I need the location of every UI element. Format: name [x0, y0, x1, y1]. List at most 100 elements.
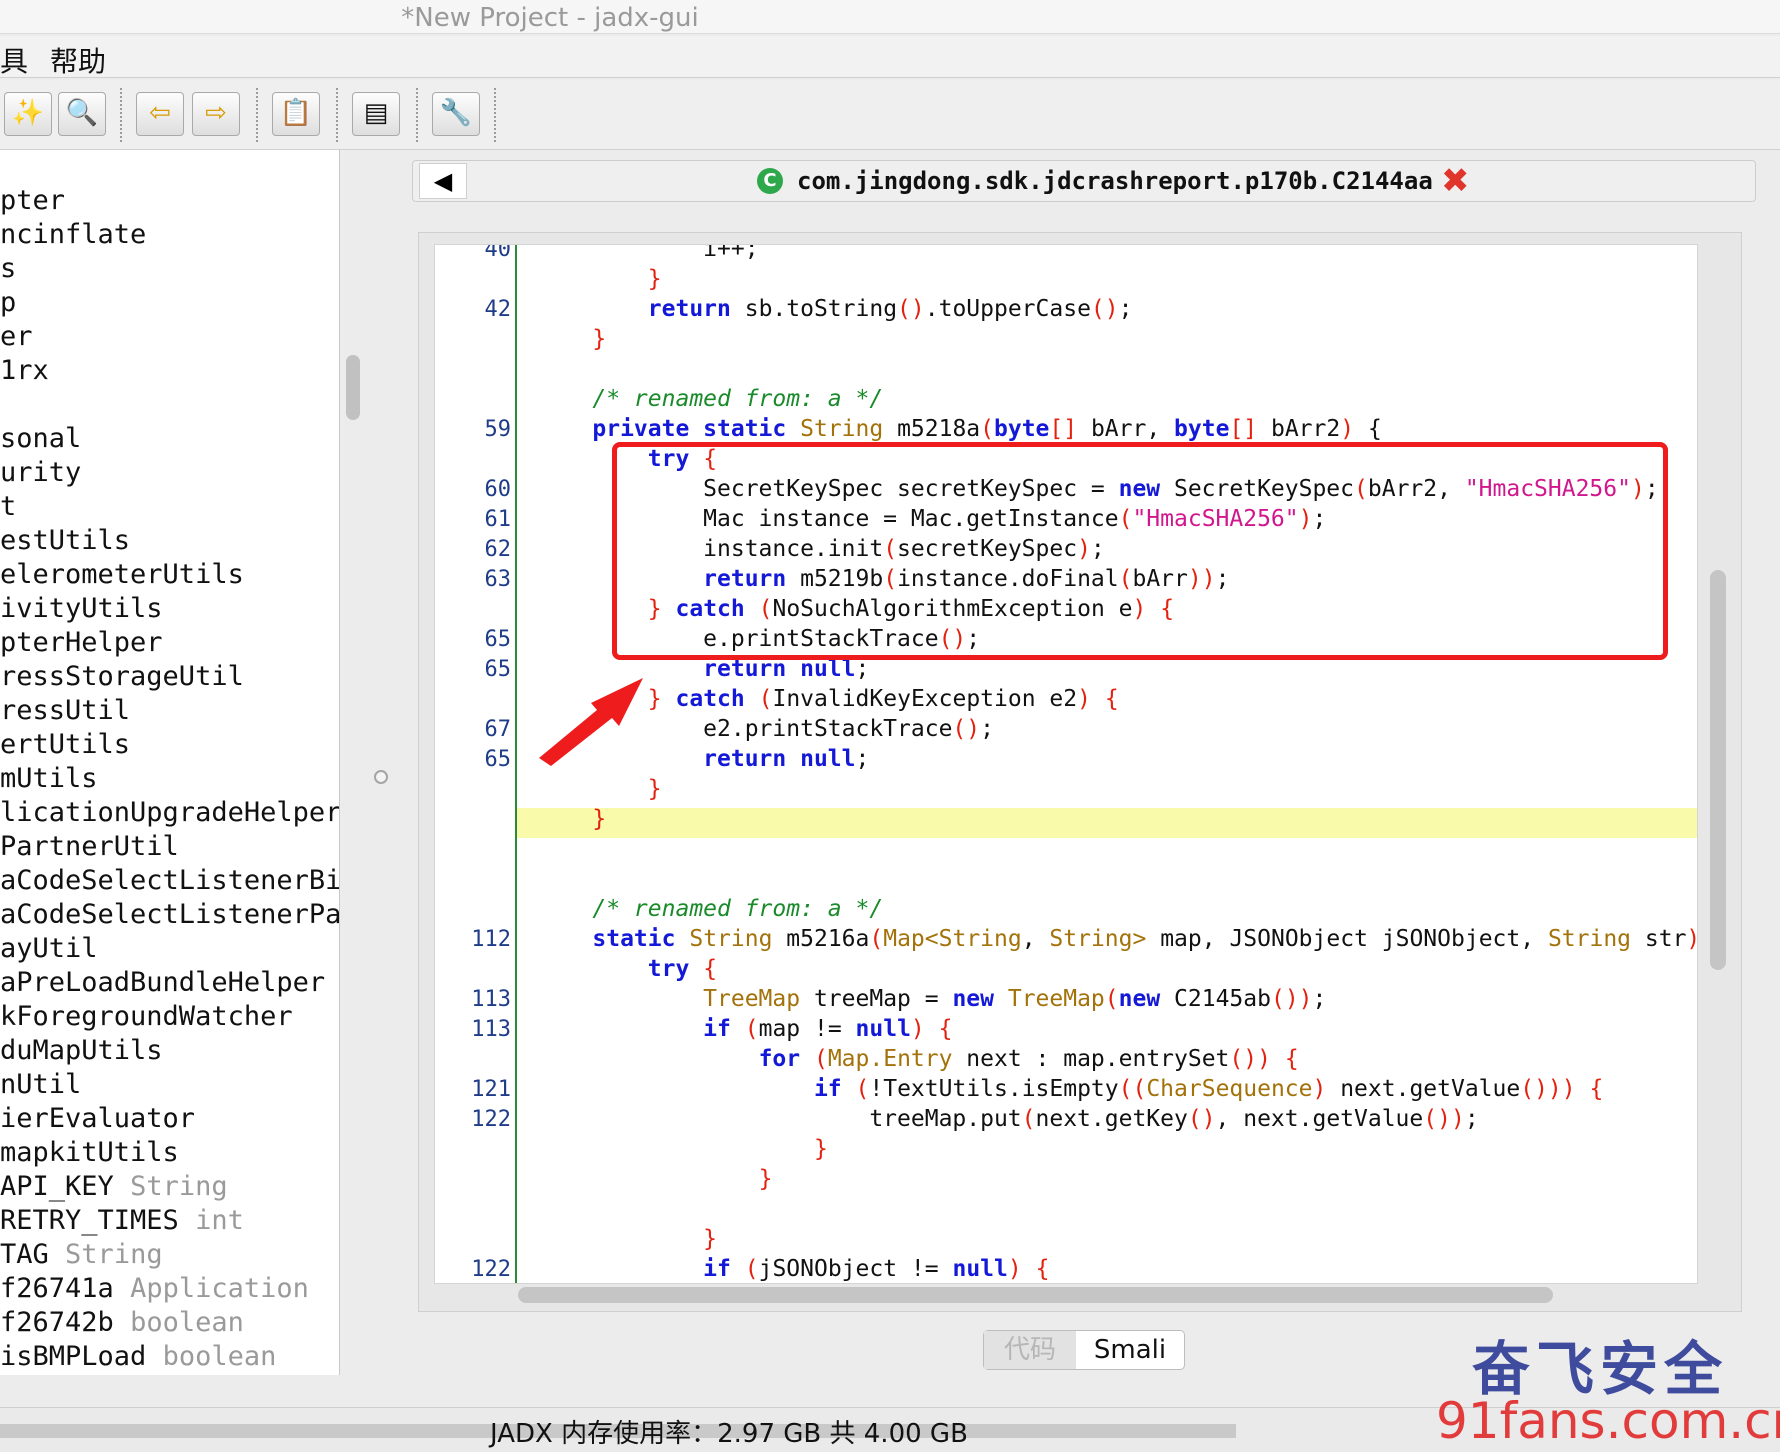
- tree-item-label: RETRY_TIMES: [0, 1205, 179, 1236]
- tree-item[interactable]: t: [0, 490, 16, 524]
- tree-item[interactable]: sonal: [0, 422, 81, 456]
- memory-usage-text: JADX 内存使用率：2.97 GB 共 4.00 GB: [490, 1419, 968, 1449]
- code-token: null: [952, 1256, 1008, 1282]
- tree-item[interactable]: aPreLoadBundleHelper: [0, 966, 325, 1000]
- tree-item[interactable]: pter: [0, 184, 65, 218]
- tree-item-label: ressStorageUtil: [0, 661, 244, 692]
- tree-item[interactable]: ressUtil: [0, 694, 130, 728]
- tree-item[interactable]: PartnerUtil: [0, 830, 179, 864]
- tree-item-label: duMapUtils: [0, 1035, 163, 1066]
- code-line: return sb.toString().toUpperCase();: [537, 295, 1133, 323]
- menu-tools[interactable]: 具: [0, 40, 28, 80]
- tree-item[interactable]: aCodeSelectListenerBi: [0, 864, 340, 898]
- tab-back-button[interactable]: ◀: [419, 163, 467, 199]
- code-line: }: [537, 1225, 717, 1253]
- code-token: (: [980, 416, 995, 442]
- tree-item-label: er: [0, 321, 33, 352]
- tree-item[interactable]: f26742b boolean: [0, 1306, 244, 1340]
- tree-item[interactable]: isBMPLoad boolean: [0, 1340, 276, 1374]
- line-number: 112: [471, 927, 511, 952]
- code-token: ): [1077, 686, 1091, 712]
- tree-item[interactable]: ertUtils: [0, 728, 130, 762]
- tree-scrollbar-thumb[interactable]: [346, 355, 360, 420]
- code-token: byte: [994, 416, 1050, 442]
- current-line-highlight: [517, 808, 1697, 838]
- tree-item[interactable]: f26741a Application: [0, 1272, 309, 1306]
- line-number: 62: [484, 537, 512, 562]
- gutter-divider: [515, 245, 517, 1283]
- tree-item[interactable]: mUtils: [0, 762, 98, 796]
- tree-item[interactable]: urity: [0, 456, 81, 490]
- tree-item[interactable]: mapkitUtils: [0, 1136, 179, 1170]
- code-token: }: [813, 1136, 828, 1162]
- view-mode-tabs: 代码 Smali: [983, 1330, 1185, 1370]
- menu-help[interactable]: 帮助: [50, 40, 106, 80]
- code-token: ): [910, 1016, 925, 1042]
- tree-item[interactable]: er: [0, 320, 33, 354]
- line-number: 65: [484, 627, 512, 652]
- tree-item-label: ertUtils: [0, 729, 131, 760]
- tree-item-label: f26742b: [0, 1307, 114, 1338]
- tree-item[interactable]: pterHelper: [0, 626, 163, 660]
- tree-item[interactable]: ncinflate: [0, 218, 146, 252]
- tree-item[interactable]: ayUtil: [0, 932, 98, 966]
- magic-wand-icon[interactable]: ✨: [4, 92, 52, 136]
- close-icon[interactable]: ✖: [1441, 161, 1470, 201]
- tree-item-label: s: [0, 253, 17, 284]
- search-icon[interactable]: 🔍: [58, 92, 106, 136]
- tree-item[interactable]: ressStorageUtil: [0, 660, 244, 694]
- editor-tab-label[interactable]: com.jingdong.sdk.jdcrashreport.p170b.C21…: [797, 167, 1433, 195]
- code-line: /* renamed from: a */: [537, 385, 883, 413]
- toolbar: ✨ 🔍 ⇦ ⇨ 📋 ▤ 🔧: [0, 80, 1780, 150]
- split-pane-handle[interactable]: [374, 770, 388, 784]
- tree-item[interactable]: 1rx: [0, 354, 49, 388]
- code-token: ,: [1021, 926, 1050, 952]
- code-token: ;: [980, 716, 994, 742]
- tab-smali[interactable]: Smali: [1076, 1331, 1184, 1369]
- code-token: sb.toString: [730, 296, 898, 322]
- tree-item-label: aCodeSelectListenerBi: [0, 865, 340, 896]
- code-token: (: [1021, 1106, 1036, 1132]
- tree-item[interactable]: API_KEY String: [0, 1170, 228, 1204]
- tree-item[interactable]: nUtil: [0, 1068, 81, 1102]
- log-icon[interactable]: ▤: [352, 92, 400, 136]
- line-number: 40: [484, 244, 512, 262]
- tree-item[interactable]: licationUpgradeHelper: [0, 796, 339, 830]
- code-line: }: [537, 265, 662, 293]
- tree-item[interactable]: TAG String: [0, 1238, 163, 1272]
- code-token: next.getKey: [1035, 1106, 1188, 1132]
- editor-vertical-scrollbar[interactable]: [1710, 570, 1726, 970]
- code-line: if (map != null) {: [537, 1015, 952, 1043]
- tree-item[interactable]: RETRY_TIMES int: [0, 1204, 244, 1238]
- back-arrow-icon[interactable]: ⇦: [136, 92, 184, 136]
- tab-code[interactable]: 代码: [984, 1331, 1076, 1369]
- tree-item-label: ierEvaluator: [0, 1103, 196, 1134]
- tree-item[interactable]: aCodeSelectListenerPa: [0, 898, 339, 932]
- tree-item[interactable]: elerometerUtils: [0, 558, 244, 592]
- wrench-icon[interactable]: 🔧: [432, 92, 480, 136]
- clipboard-icon[interactable]: 📋: [272, 92, 320, 136]
- editor-horizontal-scrollbar[interactable]: [518, 1287, 1553, 1303]
- tree-item[interactable]: ierEvaluator: [0, 1102, 195, 1136]
- tree-item[interactable]: kForegroundWatcher: [0, 1000, 293, 1034]
- line-number: 65: [484, 657, 512, 682]
- tree-item[interactable]: p: [0, 286, 16, 320]
- tree-item-label: TAG: [0, 1239, 49, 1270]
- tree-item[interactable]: estUtils: [0, 524, 130, 558]
- tree-item[interactable]: ivityUtils: [0, 592, 163, 626]
- toolbar-separator: [120, 88, 122, 142]
- tree-item[interactable]: duMapUtils: [0, 1034, 163, 1068]
- toolbar-separator: [494, 88, 496, 142]
- code-token: ;: [1464, 1106, 1479, 1132]
- tree-item-type: String: [130, 1171, 228, 1202]
- class-tree-panel[interactable]: pter ncinflate s p er 1rx sonal urity t estUtils e…: [0, 150, 340, 1375]
- tree-item[interactable]: s: [0, 252, 16, 286]
- forward-arrow-icon[interactable]: ⇨: [192, 92, 240, 136]
- code-token: bArr2: [1257, 416, 1341, 442]
